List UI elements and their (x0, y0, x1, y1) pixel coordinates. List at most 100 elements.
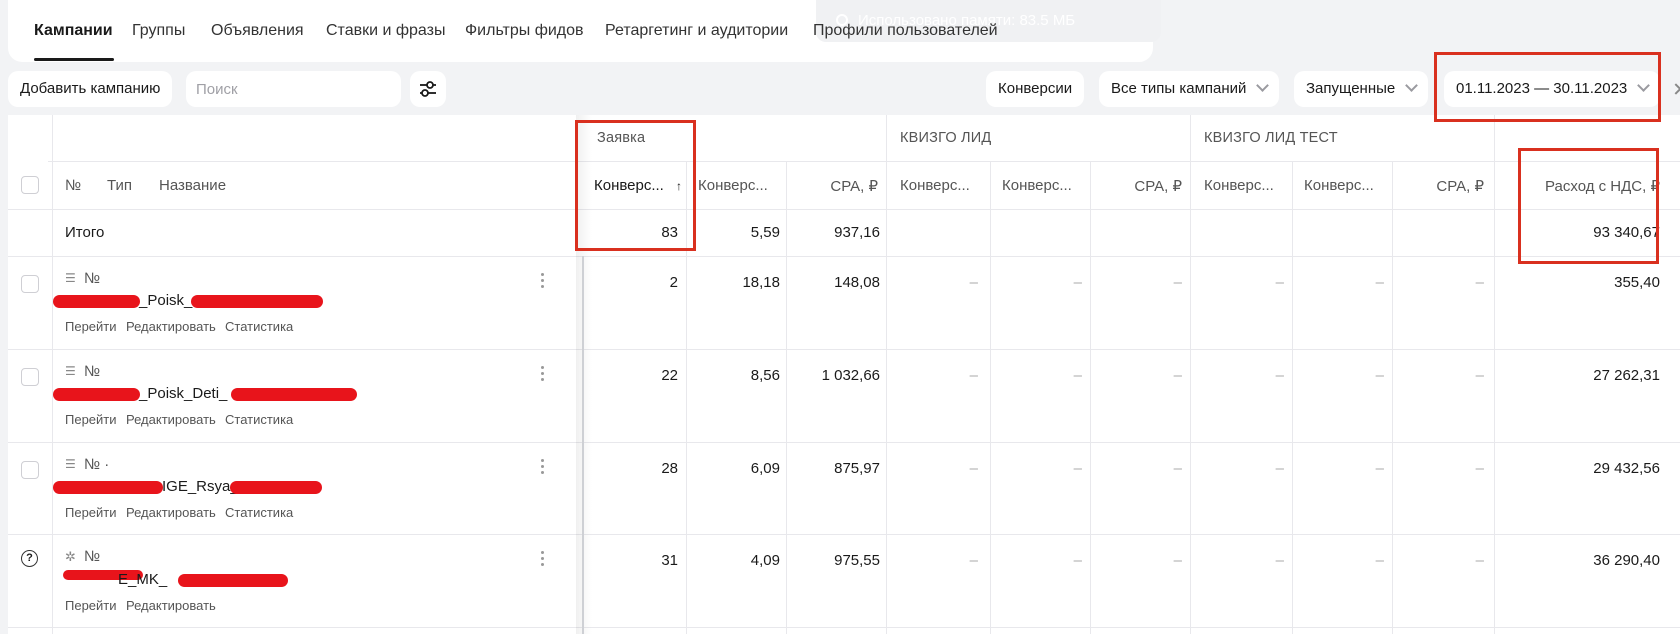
go-link[interactable]: Перейти (65, 505, 117, 520)
campaign-types-select[interactable]: Все типы кампаний (1099, 71, 1280, 107)
text-ad-icon: ☰ (65, 457, 76, 471)
go-link[interactable]: Перейти (65, 412, 117, 427)
edit-link[interactable]: Редактировать (126, 412, 216, 427)
more-icon[interactable] (541, 366, 545, 384)
edit-link[interactable]: Редактировать (126, 505, 216, 520)
redaction-mark (53, 295, 140, 308)
go-link[interactable]: Перейти (65, 598, 117, 613)
empty-value: – (1275, 367, 1284, 384)
row-conversions: 28 (661, 460, 678, 477)
empty-value: – (1475, 274, 1484, 291)
empty-value: – (1275, 274, 1284, 291)
empty-value: – (1173, 274, 1182, 291)
more-icon[interactable] (541, 273, 545, 291)
redaction-mark (231, 388, 357, 401)
row-conversion-rate: 4,09 (750, 552, 780, 569)
sliders-icon (420, 81, 436, 97)
row-conversions: 22 (661, 367, 678, 384)
tab-groups[interactable]: Группы (132, 22, 185, 40)
redaction-mark (191, 295, 323, 308)
filter-settings-button[interactable] (410, 71, 446, 107)
group-header-kvizgo-lead-test: КВИЗГО ЛИД ТЕСТ (1204, 130, 1338, 146)
chevron-down-icon (1256, 79, 1270, 92)
empty-value: – (1375, 274, 1384, 291)
conversions-button[interactable]: Конверсии (986, 71, 1085, 107)
select-all-checkbox[interactable] (21, 176, 39, 194)
empty-value: – (1375, 460, 1384, 477)
search-input[interactable] (186, 71, 401, 107)
row-spend: 29 432,56 (1593, 460, 1660, 477)
column-cpa[interactable]: CPA, ₽ (788, 177, 878, 195)
more-arrow-icon[interactable] (1670, 83, 1680, 95)
add-campaign-button[interactable]: Добавить кампанию (8, 71, 173, 107)
edit-link[interactable]: Редактировать (126, 319, 216, 334)
row-cpa: 975,55 (834, 552, 880, 569)
tab-ads[interactable]: Объявления (211, 22, 304, 40)
column-name[interactable]: Название (159, 177, 226, 194)
row-conversions: 31 (661, 552, 678, 569)
row-checkbox[interactable] (21, 275, 39, 293)
row-checkbox[interactable] (21, 368, 39, 386)
campaign-name[interactable]: _Poisk_Deti_ (139, 385, 227, 402)
tab-bar: Кампании Группы Объявления Ставки и фраз… (8, 0, 1161, 62)
total-label: Итого (65, 224, 105, 241)
row-checkbox[interactable] (21, 461, 39, 479)
row-cpa: 1 032,66 (821, 367, 880, 384)
go-link[interactable]: Перейти (65, 319, 117, 334)
smart-campaign-icon: ✲ (65, 549, 76, 564)
campaign-name[interactable]: E_MK_ (118, 571, 167, 588)
row-conversions: 2 (669, 274, 678, 291)
more-icon[interactable] (541, 459, 545, 477)
redaction-mark (53, 481, 163, 494)
column-number[interactable]: № (65, 177, 81, 194)
total-conversion-rate: 5,59 (750, 224, 780, 241)
column-conversions-2[interactable]: Конверс... (900, 177, 970, 194)
row-spend: 355,40 (1614, 274, 1660, 291)
status-select[interactable]: Запущенные (1294, 71, 1429, 107)
more-icon[interactable] (541, 551, 545, 569)
text-ad-icon: ☰ (65, 271, 76, 285)
row-spend: 36 290,40 (1593, 552, 1660, 569)
row-conversion-rate: 18,18 (742, 274, 780, 291)
column-conversion-rate[interactable]: Конверс... (698, 177, 768, 194)
highlight-box-spend (1518, 148, 1659, 264)
empty-value: – (1375, 367, 1384, 384)
campaign-name[interactable]: IGE_Rsya_ (162, 478, 239, 495)
help-icon[interactable]: ? (21, 550, 38, 567)
total-cpa: 937,16 (834, 224, 880, 241)
empty-value: – (1475, 367, 1484, 384)
column-cpa-2[interactable]: CPA, ₽ (1092, 177, 1182, 195)
tab-feed-filters[interactable]: Фильтры фидов (465, 22, 584, 40)
group-header-kvizgo-lead: КВИЗГО ЛИД (900, 130, 992, 146)
tab-retargeting[interactable]: Ретаргетинг и аудитории (605, 22, 788, 40)
empty-value: – (1173, 552, 1182, 569)
column-conversions-3[interactable]: Конверс... (1204, 177, 1274, 194)
campaign-number: № (84, 548, 101, 565)
redaction-mark (53, 388, 140, 401)
column-conversion-rate-2[interactable]: Конверс... (1002, 177, 1072, 194)
highlight-box-conversions (575, 120, 696, 251)
row-cpa: 875,97 (834, 460, 880, 477)
empty-value: – (1275, 460, 1284, 477)
column-cpa-3[interactable]: CPA, ₽ (1394, 177, 1484, 195)
empty-value: – (1173, 367, 1182, 384)
statistics-link[interactable]: Статистика (225, 412, 293, 427)
chevron-down-icon (1405, 79, 1419, 92)
campaign-number: № (84, 363, 101, 380)
empty-value: – (969, 460, 978, 477)
empty-value: – (1173, 460, 1182, 477)
edit-link[interactable]: Редактировать (126, 598, 216, 613)
empty-value: – (1073, 552, 1082, 569)
statistics-link[interactable]: Статистика (225, 505, 293, 520)
campaign-name[interactable]: _Poisk_ (139, 292, 192, 309)
row-conversion-rate: 8,56 (750, 367, 780, 384)
empty-value: – (1475, 460, 1484, 477)
column-conversion-rate-3[interactable]: Конверс... (1304, 177, 1374, 194)
tab-campaigns[interactable]: Кампании (34, 22, 113, 40)
statistics-link[interactable]: Статистика (225, 319, 293, 334)
tab-user-profiles[interactable]: Профили пользователей (813, 22, 998, 40)
text-ad-icon: ☰ (65, 364, 76, 378)
column-type[interactable]: Тип (107, 177, 132, 194)
empty-value: – (1073, 274, 1082, 291)
tab-bids-phrases[interactable]: Ставки и фразы (326, 22, 445, 40)
